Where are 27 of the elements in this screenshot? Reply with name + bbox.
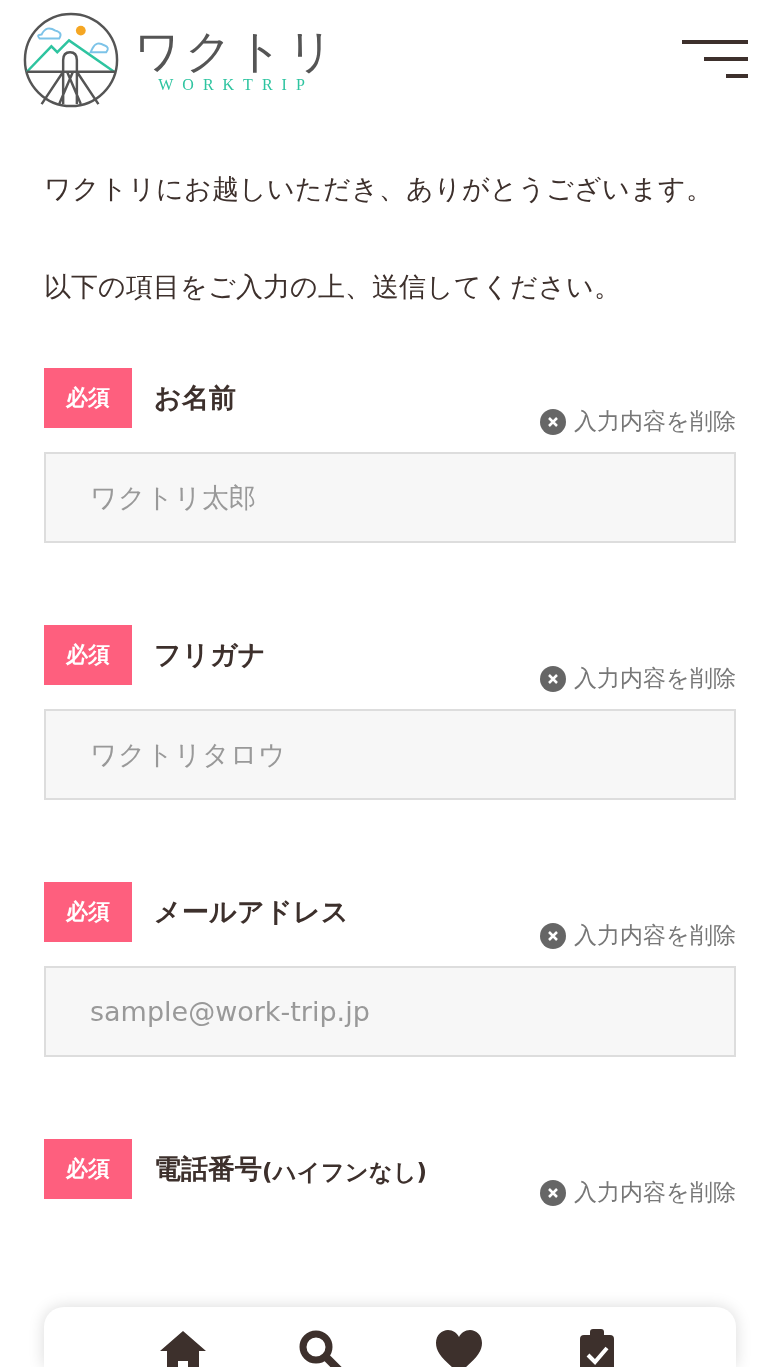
clear-input-link[interactable]: 入力内容を削除	[540, 663, 736, 694]
logo-text: ワクトリ	[134, 25, 338, 77]
required-badge: 必須	[44, 1139, 132, 1199]
clear-input-link[interactable]: 入力内容を削除	[540, 406, 736, 437]
clear-input-link[interactable]: 入力内容を削除	[540, 1177, 736, 1208]
intro-text: 以下の項目をご入力の上、送信してください。	[44, 270, 622, 304]
heart-icon[interactable]	[434, 1327, 484, 1367]
required-badge: 必須	[44, 882, 132, 942]
close-icon	[540, 665, 566, 692]
close-icon	[540, 1179, 566, 1206]
logo-subtext: WORKTRIP	[158, 76, 314, 95]
required-badge: 必須	[44, 625, 132, 685]
intro-text: ワクトリにお越しいただき、ありがとうございます。	[44, 172, 714, 206]
input-field[interactable]: ワクトリタロウ	[44, 709, 736, 800]
required-badge: 必須	[44, 368, 132, 428]
input-field[interactable]: sample@work-trip.jp	[44, 966, 736, 1057]
logo-icon	[22, 11, 120, 109]
input-field[interactable]: ワクトリ太郎	[44, 452, 736, 543]
clear-input-link[interactable]: 入力内容を削除	[540, 920, 736, 951]
close-icon	[540, 408, 566, 435]
field-label: メールアドレス	[154, 895, 349, 929]
field-label: お名前	[154, 381, 236, 415]
menu-icon[interactable]	[682, 40, 748, 80]
field-label: 電話番号	[154, 1152, 262, 1186]
close-icon	[540, 922, 566, 949]
field-label-note: (ハイフンなし)	[262, 1159, 428, 1187]
field-label: フリガナ	[154, 638, 266, 672]
